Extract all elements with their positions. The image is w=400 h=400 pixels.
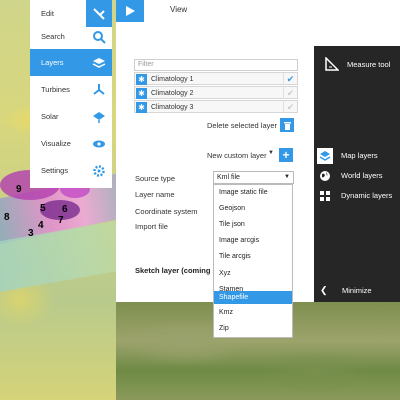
search-icon (86, 23, 112, 50)
map-marker[interactable]: 4 (38, 220, 44, 231)
menu-item-label: Turbines (41, 85, 70, 94)
source-type-value: Kml file (217, 174, 240, 181)
side-item-map-layers[interactable]: Map layers (314, 146, 400, 166)
menu-item-visualize[interactable]: Visualize (30, 130, 112, 157)
menu-item-label: Solar (41, 112, 59, 121)
main-menu: Edit Search Layers Turbines Solar Visual… (30, 0, 112, 188)
chevron-down-icon[interactable]: ▼ (268, 150, 274, 156)
menu-item-label: Settings (41, 166, 69, 175)
menu-item-layers[interactable]: Layers (30, 49, 112, 76)
menu-item-label: Visualize (41, 139, 71, 148)
checkmark-icon[interactable]: ✔ (283, 73, 297, 85)
layer-name-label: Layer name (135, 190, 175, 199)
checkmark-icon[interactable]: ✔ (283, 101, 297, 113)
measure-tool-label[interactable]: Measure tool (347, 60, 390, 69)
grid-icon (317, 188, 333, 204)
source-type-select[interactable]: Kml file ▼ (213, 171, 294, 184)
top-toolbar (116, 0, 400, 46)
dropdown-option-selected[interactable]: Shapefile (214, 291, 292, 304)
menu-item-search[interactable]: Search (30, 23, 112, 50)
delete-layer-button[interactable] (280, 118, 294, 132)
dropdown-option[interactable]: Xyz (214, 267, 292, 281)
side-item-label: Map layers (341, 151, 378, 160)
chevron-left-icon[interactable]: ❮ (320, 285, 328, 296)
dropdown-option[interactable]: Image arcgis (214, 234, 292, 248)
menu-item-label: Edit (41, 9, 54, 18)
ruler-triangle-icon[interactable] (325, 56, 340, 76)
gear-icon[interactable]: ✱ (136, 102, 147, 113)
layer-row-climatology-3[interactable]: ✱ Climatology 3 ✔ (134, 100, 298, 113)
layer-row-climatology-2[interactable]: ✱ Climatology 2 ✔ (134, 86, 298, 99)
sketch-layer-label: Sketch layer (coming so (135, 266, 222, 275)
map-marker[interactable]: 9 (16, 184, 22, 195)
solar-panel-icon (86, 103, 112, 130)
side-item-world-layers[interactable]: World layers (314, 166, 400, 186)
add-layer-button[interactable]: + (279, 148, 293, 162)
side-item-dynamic-layers[interactable]: Dynamic layers (314, 186, 400, 206)
dropdown-option[interactable]: Tile arcgis (214, 250, 292, 264)
layers-icon (86, 49, 112, 76)
map-marker[interactable]: 7 (58, 215, 64, 226)
coordinate-system-label: Coordinate system (135, 207, 198, 216)
menu-item-label: Search (41, 32, 65, 41)
side-item-label: World layers (341, 171, 383, 180)
dropdown-option[interactable]: Kmz (214, 306, 292, 320)
view-label: View (170, 5, 188, 14)
menu-item-settings[interactable]: Settings (30, 157, 112, 184)
dropdown-option[interactable]: Image static file (214, 186, 292, 200)
gear-icon[interactable]: ✱ (136, 74, 147, 85)
delete-layer-label: Delete selected layer (207, 121, 278, 130)
filter-input[interactable]: Filter (134, 59, 298, 71)
layers-icon (317, 148, 333, 164)
layer-name: Climatology 3 (151, 104, 194, 111)
turbine-icon (86, 76, 112, 103)
map-marker[interactable]: 8 (4, 212, 10, 223)
checkmark-icon[interactable]: ✔ (283, 87, 297, 99)
play-icon (126, 6, 135, 16)
menu-item-solar[interactable]: Solar (30, 103, 112, 130)
gear-icon[interactable]: ✱ (136, 88, 147, 99)
menu-item-turbines[interactable]: Turbines (30, 76, 112, 103)
globe-icon (317, 168, 333, 184)
gear-icon (86, 157, 112, 184)
layer-name: Climatology 1 (151, 76, 194, 83)
new-custom-layer-label[interactable]: New custom layer (207, 151, 267, 160)
map-marker[interactable]: 5 (40, 203, 46, 214)
dropdown-option[interactable]: Geojson (214, 202, 292, 216)
source-type-label: Source type (135, 174, 176, 183)
menu-item-label: Layers (41, 58, 64, 67)
map-marker[interactable]: 6 (62, 204, 68, 215)
view-button[interactable] (116, 0, 144, 22)
map-marker[interactable]: 3 (28, 228, 34, 239)
layer-row-climatology-1[interactable]: ✱ Climatology 1 ✔ (134, 72, 298, 85)
trash-icon (283, 122, 291, 130)
eye-icon (86, 130, 112, 157)
import-file-label: Import file (135, 222, 168, 231)
layer-name: Climatology 2 (151, 90, 194, 97)
side-item-label: Dynamic layers (341, 191, 393, 200)
minimize-button[interactable]: Minimize (342, 286, 372, 295)
dropdown-option[interactable]: Zip (214, 322, 292, 336)
source-type-dropdown: Image static file Geojson Tile json Imag… (213, 184, 293, 338)
chevron-down-icon: ▼ (284, 174, 290, 180)
dropdown-option[interactable]: Tile json (214, 218, 292, 232)
